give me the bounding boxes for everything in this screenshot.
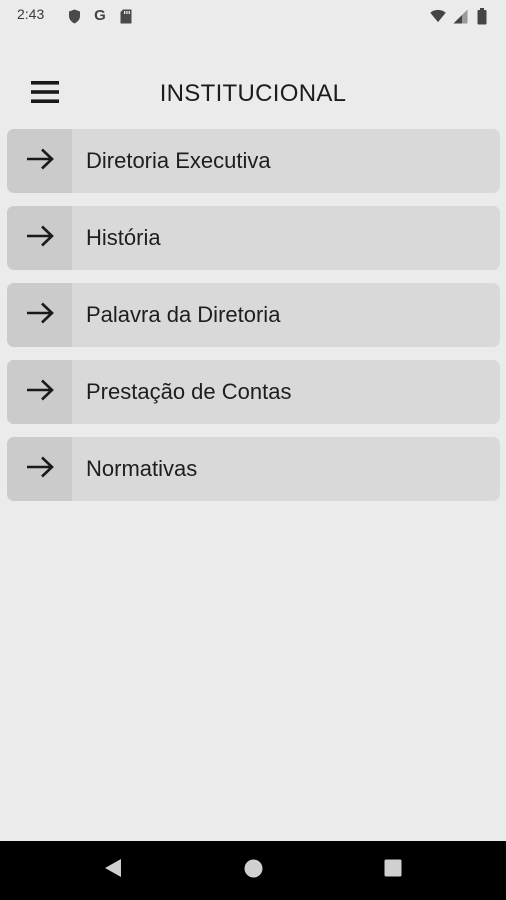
menu-item-icon-box <box>7 437 72 501</box>
navigation-bar <box>0 841 506 900</box>
menu-item-historia[interactable]: História <box>7 206 500 270</box>
arrow-right-icon <box>26 302 54 329</box>
menu-item-normativas[interactable]: Normativas <box>7 437 500 501</box>
menu-item-icon-box <box>7 283 72 347</box>
menu-item-diretoria-executiva[interactable]: Diretoria Executiva <box>7 129 500 193</box>
status-time: 2:43 <box>17 6 45 22</box>
menu-item-icon-box <box>7 129 72 193</box>
menu-item-label: Normativas <box>86 456 198 481</box>
status-system-icons <box>430 7 490 25</box>
menu-item-prestacao-de-contas[interactable]: Prestação de Contas <box>7 360 500 424</box>
status-bar: 2:43 G <box>0 0 506 32</box>
home-icon <box>244 859 263 883</box>
menu-item-label: História <box>86 225 161 250</box>
menu-item-label: Diretoria Executiva <box>86 148 271 173</box>
hamburger-menu-button[interactable] <box>25 76 65 112</box>
arrow-right-icon <box>26 225 54 252</box>
arrow-right-icon <box>26 456 54 483</box>
sd-card-icon <box>118 8 134 24</box>
shield-icon <box>66 8 82 24</box>
menu-item-label: Prestação de Contas <box>86 379 292 404</box>
recents-icon <box>384 859 402 882</box>
wifi-icon <box>430 8 446 24</box>
menu-item-label: Palavra da Diretoria <box>86 302 281 327</box>
recents-button[interactable] <box>363 841 423 900</box>
page-title: INSTITUCIONAL <box>159 80 347 107</box>
arrow-right-icon <box>26 148 54 175</box>
google-g-icon: G <box>94 7 106 24</box>
menu-item-palavra-da-diretoria[interactable]: Palavra da Diretoria <box>7 283 500 347</box>
cell-signal-icon <box>452 8 468 24</box>
menu-item-icon-box <box>7 360 72 424</box>
app-header: INSTITUCIONAL <box>0 60 506 128</box>
menu-list: Diretoria Executiva História Palavra da … <box>7 129 500 514</box>
status-notification-icons: G <box>66 7 134 25</box>
battery-icon <box>474 7 490 24</box>
back-icon <box>104 858 122 883</box>
hamburger-menu-icon <box>31 80 59 108</box>
back-button[interactable] <box>83 841 143 900</box>
arrow-right-icon <box>26 379 54 406</box>
menu-item-icon-box <box>7 206 72 270</box>
home-button[interactable] <box>223 841 283 900</box>
